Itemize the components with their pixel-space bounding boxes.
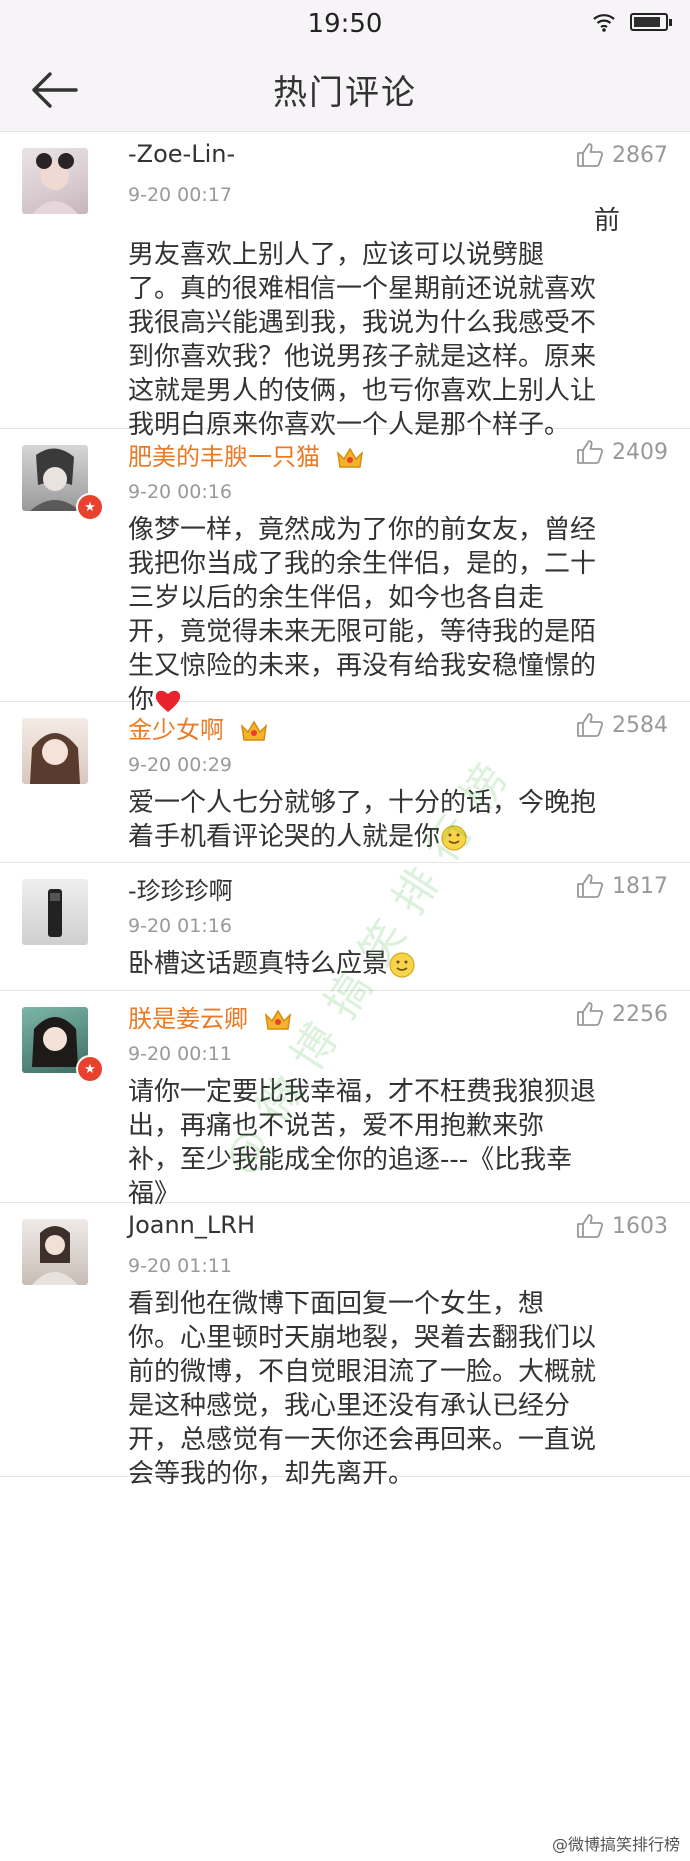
like-count: 2256 (612, 1001, 668, 1027)
like-button[interactable]: 2256 (576, 1001, 668, 1027)
nav-bar: 热门评论 (0, 48, 690, 132)
comment-line: 卧槽这话题真特么应景 (128, 949, 389, 979)
comment-line: 男友喜欢上别人了，应该可以说劈腿 (128, 240, 545, 270)
comment-line: 会等我的你，却先离开。 (128, 1459, 415, 1489)
comment-line: 开，总感觉有一天你还会再回来。一直说 (128, 1425, 597, 1455)
thumbs-up-icon (577, 1214, 604, 1238)
crown-icon (336, 447, 363, 468)
thumbs-up-icon (577, 143, 604, 167)
comment-line: 生又惊险的未来，再没有给我安稳憧憬的 (128, 651, 597, 681)
comment-time: 9-20 01:16 (128, 915, 232, 937)
comment-line: 着手机看评论哭的人就是你 (128, 822, 441, 852)
arrow-left-icon (32, 72, 78, 108)
thumbs-up-icon (577, 713, 604, 737)
avatar[interactable] (22, 1219, 88, 1285)
user-name[interactable]: 金少女啊 (128, 710, 268, 745)
thumbs-up-icon (577, 1002, 604, 1026)
avatar[interactable] (22, 879, 88, 945)
user-name[interactable]: -珍珍珍啊 (128, 871, 233, 906)
comment-line: 爱一个人七分就够了，十分的话，今晚抱 (128, 788, 597, 818)
comment-time: 9-20 00:29 (128, 754, 232, 776)
comment-line: 前 (593, 206, 620, 236)
comment-line: 你。心里顿时天崩地裂，哭着去翻我们以 (128, 1323, 597, 1353)
comment-item: ★ 朕是姜云卿 9-20 00:11 2256 请你一定要比我幸福，才不枉费我狼… (0, 991, 690, 1209)
comment-item: Joann_LRH 9-20 01:11 1603 看到他在微博下面回复一个女生… (0, 1203, 690, 1489)
smile-emoji-icon (389, 951, 415, 978)
user-name[interactable]: Joann_LRH (128, 1211, 255, 1239)
comment-body: 卧槽这话题真特么应景 (128, 947, 648, 981)
like-count: 1603 (612, 1213, 668, 1239)
like-button[interactable]: 2409 (576, 439, 668, 465)
like-button[interactable]: 2867 (576, 142, 668, 168)
comment-line: 我很高兴能遇到我，我说为什么我感受不 (128, 308, 597, 338)
comment-body: 像梦一样，竟然成为了你的前女友，曾经 我把你当成了我的余生伴侣，是的，二十 三岁… (128, 513, 648, 717)
comment-body: 爱一个人七分就够了，十分的话，今晚抱 着手机看评论哭的人就是你 (128, 786, 648, 854)
comment-line: 这就是男人的伎俩，也亏你喜欢上别人让 (128, 376, 597, 406)
like-button[interactable]: 2584 (576, 712, 668, 738)
status-time: 19:50 (307, 9, 383, 39)
comment-line: 补，至少我能成全你的追逐---《比我幸 (128, 1145, 573, 1175)
comment-line: 到你喜欢我？他说男孩子就是这样。原来 (128, 342, 597, 372)
comment-body: 请你一定要比我幸福，才不枉费我狼狈退 出，再痛也不说苦，爱不用抱歉来弥 补，至少… (128, 1075, 648, 1211)
comment-body: 前 男友喜欢上别人了，应该可以说劈腿 了。真的很难相信一个星期前还说就喜欢 我很… (128, 204, 648, 442)
comment-line: 是这种感觉，我心里还没有承认已经分 (128, 1391, 571, 1421)
user-name[interactable]: 朕是姜云卿 (128, 999, 292, 1034)
comment-line: 出，再痛也不说苦，爱不用抱歉来弥 (128, 1111, 545, 1141)
thumbs-up-icon (577, 874, 604, 898)
user-name[interactable]: 肥美的丰腴一只猫 (128, 437, 364, 472)
comment-time: 9-20 00:16 (128, 481, 232, 503)
comment-item: -Zoe-Lin- 9-20 00:17 2867 前 男友喜欢上别人了，应该可… (0, 132, 690, 440)
verified-badge: ★ (76, 1055, 104, 1083)
like-button[interactable]: 1817 (576, 873, 668, 899)
comment-line: 像梦一样，竟然成为了你的前女友，曾经 (128, 515, 597, 545)
smile-emoji-icon (441, 824, 467, 851)
thumbs-up-icon (577, 440, 604, 464)
comment-time: 9-20 01:11 (128, 1255, 232, 1277)
comment-line: 请你一定要比我幸福，才不枉费我狼狈退 (128, 1077, 597, 1107)
comment-item: -珍珍珍啊 9-20 01:16 1817 卧槽这话题真特么应景 (0, 863, 690, 991)
like-button[interactable]: 1603 (576, 1213, 668, 1239)
comment-line: 三岁以后的余生伴侣，如今也各自走 (128, 583, 545, 613)
like-count: 2867 (612, 142, 668, 168)
status-bar: 19:50 (0, 0, 690, 48)
user-name[interactable]: -Zoe-Lin- (128, 140, 235, 168)
comment-item: ★ 肥美的丰腴一只猫 9-20 00:16 2409 像梦一样，竟然成为了你的前… (0, 429, 690, 715)
comment-line: 前的微博，不自觉眼泪流了一脸。大概就 (128, 1357, 597, 1387)
avatar[interactable] (22, 718, 88, 784)
like-count: 2584 (612, 712, 668, 738)
crown-icon (264, 1009, 291, 1030)
comment-time: 9-20 00:17 (128, 184, 232, 206)
comment-time: 9-20 00:11 (128, 1043, 232, 1065)
comment-line: 了。真的很难相信一个星期前还说就喜欢 (128, 274, 597, 304)
comment-body: 看到他在微博下面回复一个女生，想 你。心里顿时天崩地裂，哭着去翻我们以 前的微博… (128, 1287, 648, 1491)
comment-line: 看到他在微博下面回复一个女生，想 (128, 1289, 545, 1319)
battery-icon (630, 13, 672, 31)
avatar[interactable] (22, 148, 88, 214)
page-title: 热门评论 (273, 73, 417, 113)
crown-icon (240, 720, 267, 741)
like-count: 1817 (612, 873, 668, 899)
comment-item: 金少女啊 9-20 00:29 2584 爱一个人七分就够了，十分的话，今晚抱 … (0, 702, 690, 863)
footer-watermark: @微博搞笑排行榜 (551, 1835, 680, 1854)
comment-line: 开，竟觉得未来无限可能，等待我的是陌 (128, 617, 597, 647)
comment-line: 我把你当成了我的余生伴侣，是的，二十 (128, 549, 597, 579)
wifi-icon (593, 14, 615, 32)
verified-badge: ★ (76, 493, 104, 521)
like-count: 2409 (612, 439, 668, 465)
back-button[interactable] (28, 66, 80, 114)
